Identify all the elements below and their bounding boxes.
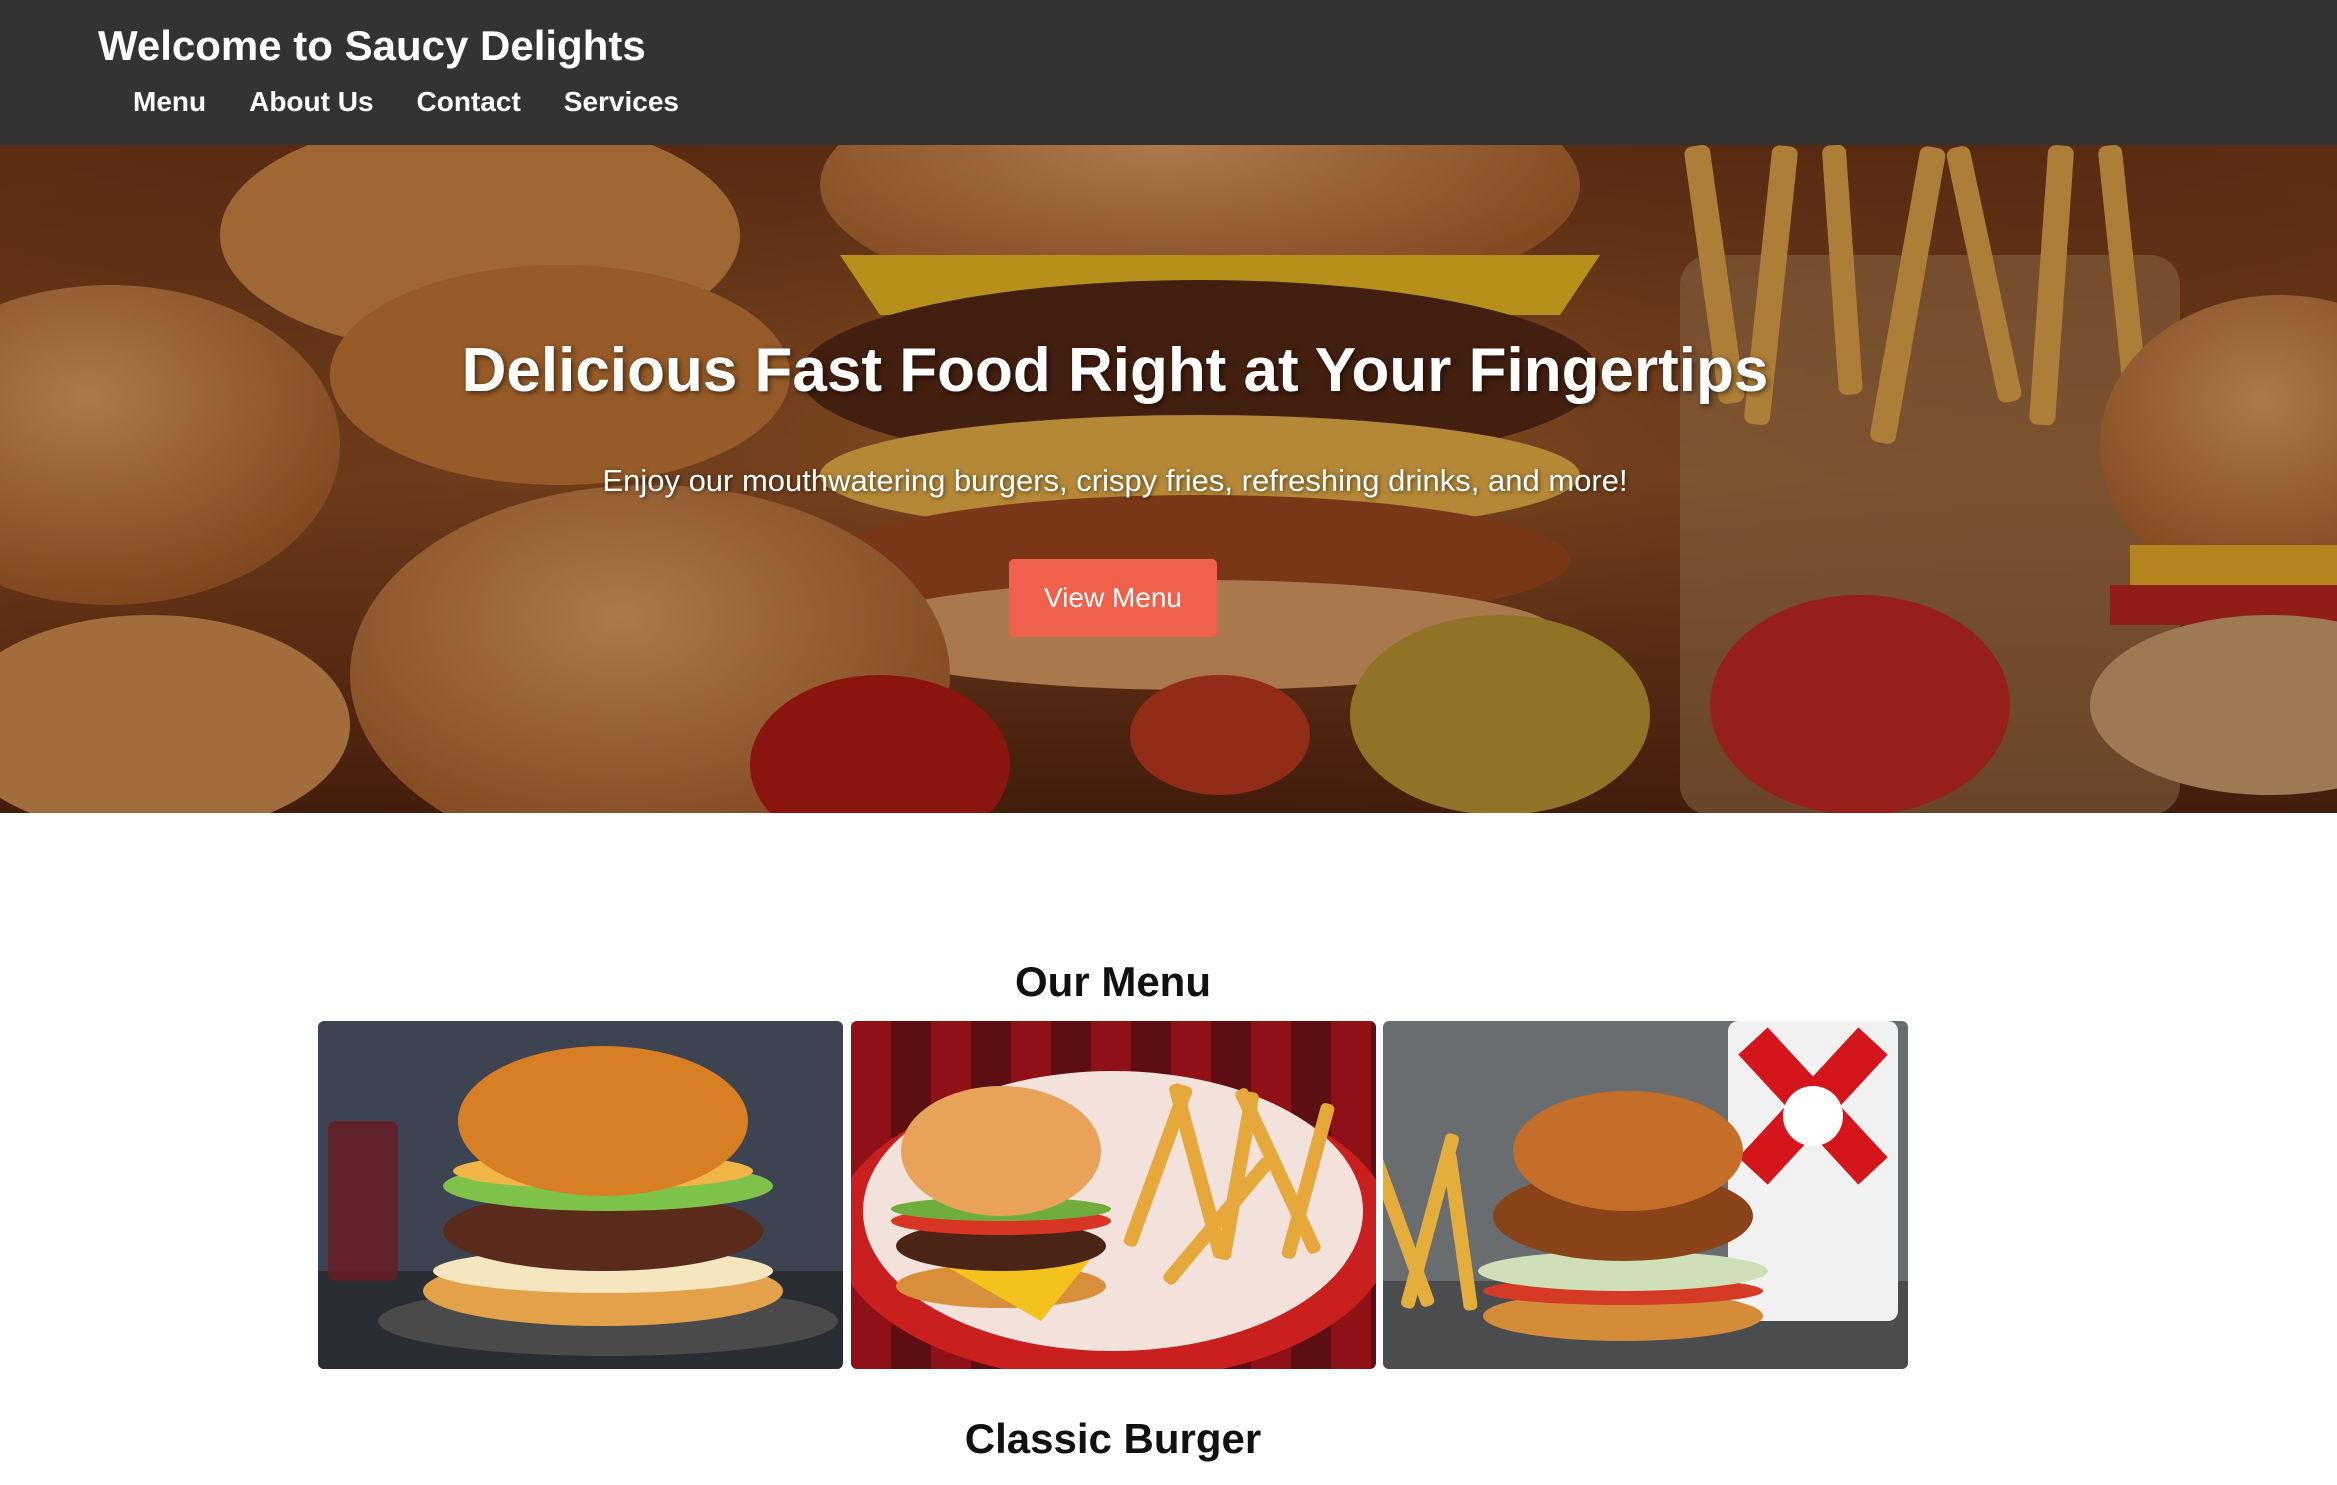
- main-nav: Menu About Us Contact Services: [133, 86, 679, 118]
- burger-fries-photo: [851, 1021, 1376, 1369]
- menu-item-image-3[interactable]: [1383, 1021, 1908, 1369]
- view-menu-button[interactable]: View Menu: [1009, 559, 1217, 637]
- hero-subtext: Enjoy our mouthwatering burgers, crispy …: [602, 463, 1628, 498]
- nav-link-menu[interactable]: Menu: [133, 86, 206, 118]
- menu-item-name: Classic Burger: [964, 1415, 1262, 1462]
- menu-item-image-2[interactable]: [851, 1021, 1376, 1369]
- site-title: Welcome to Saucy Delights: [98, 22, 646, 69]
- burger-photo-1: [318, 1021, 843, 1369]
- menu-item-image-1[interactable]: [318, 1021, 843, 1369]
- chicken-burger-photo: [1383, 1021, 1908, 1369]
- nav-link-about-us[interactable]: About Us: [249, 86, 373, 118]
- menu-section-heading: Our Menu: [1015, 958, 1211, 1005]
- hero-banner: Delicious Fast Food Right at Your Finger…: [0, 145, 2337, 813]
- hero-headline: Delicious Fast Food Right at Your Finger…: [461, 336, 1769, 405]
- nav-link-services[interactable]: Services: [564, 86, 679, 118]
- nav-link-contact[interactable]: Contact: [417, 86, 521, 118]
- site-header: Welcome to Saucy Delights Menu About Us …: [0, 0, 2337, 145]
